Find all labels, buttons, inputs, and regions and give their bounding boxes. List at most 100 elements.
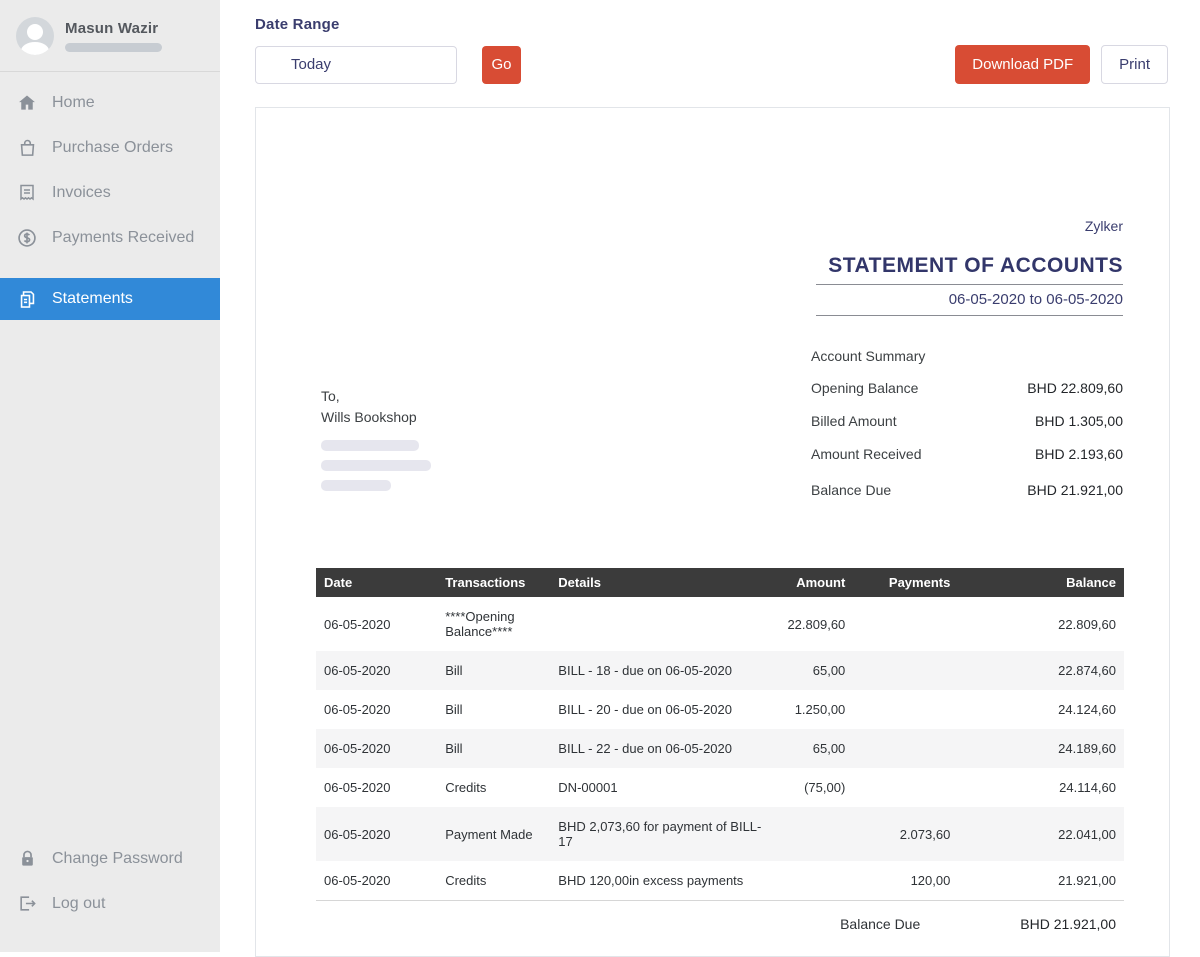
cell-payments bbox=[853, 690, 958, 729]
sidebar-item-home[interactable]: Home bbox=[0, 80, 220, 125]
avatar bbox=[16, 17, 54, 55]
table-row: 06-05-2020 ****Opening Balance**** 22.80… bbox=[316, 597, 1124, 651]
transactions-table: Date Transactions Details Amount Payment… bbox=[316, 568, 1124, 900]
table-row: 06-05-2020 Payment Made BHD 2,073,60 for… bbox=[316, 807, 1124, 861]
cell-balance: 22.874,60 bbox=[958, 651, 1124, 690]
sidebar-item-purchase-orders[interactable]: Purchase Orders bbox=[0, 125, 220, 170]
cell-balance: 24.114,60 bbox=[958, 768, 1124, 807]
balance-due-value: BHD 21.921,00 bbox=[1027, 482, 1123, 498]
cell-amount: (75,00) bbox=[777, 768, 854, 807]
amount-received-label: Amount Received bbox=[811, 446, 922, 462]
cell-details: BILL - 18 - due on 06-05-2020 bbox=[550, 651, 776, 690]
sidebar-item-label: Log out bbox=[52, 895, 105, 913]
cell-balance: 24.189,60 bbox=[958, 729, 1124, 768]
statement-title: STATEMENT OF ACCOUNTS bbox=[816, 254, 1123, 285]
sidebar-item-label: Home bbox=[52, 94, 95, 112]
user-panel: Masun Wazir bbox=[0, 0, 220, 72]
sidebar-item-change-password[interactable]: Change Password bbox=[0, 836, 220, 881]
cell-date: 06-05-2020 bbox=[316, 861, 437, 900]
sidebar-item-label: Statements bbox=[52, 290, 133, 308]
col-balance: Balance bbox=[958, 568, 1124, 597]
cell-transaction: Bill bbox=[437, 690, 550, 729]
cell-date: 06-05-2020 bbox=[316, 729, 437, 768]
col-date: Date bbox=[316, 568, 437, 597]
account-summary-heading: Account Summary bbox=[811, 348, 1123, 364]
recipient-name: Wills Bookshop bbox=[321, 407, 431, 428]
sidebar-item-statements[interactable]: Statements bbox=[0, 278, 220, 320]
dollar-circle-icon bbox=[16, 227, 38, 249]
sidebar-item-label: Payments Received bbox=[52, 229, 194, 247]
lock-icon bbox=[16, 848, 38, 870]
cell-date: 06-05-2020 bbox=[316, 768, 437, 807]
sidebar-item-label: Change Password bbox=[52, 850, 183, 868]
col-amount: Amount bbox=[777, 568, 854, 597]
table-row: 06-05-2020 Bill BILL - 20 - due on 06-05… bbox=[316, 690, 1124, 729]
table-row: 06-05-2020 Credits DN-00001 (75,00) 24.1… bbox=[316, 768, 1124, 807]
sidebar-item-logout[interactable]: Log out bbox=[0, 881, 220, 926]
cell-details bbox=[550, 597, 776, 651]
col-details: Details bbox=[550, 568, 776, 597]
cell-details: BILL - 22 - due on 06-05-2020 bbox=[550, 729, 776, 768]
cell-amount: 65,00 bbox=[777, 729, 854, 768]
footer-balance-due-value: BHD 21.921,00 bbox=[1020, 916, 1116, 932]
table-row: 06-05-2020 Bill BILL - 22 - due on 06-05… bbox=[316, 729, 1124, 768]
download-pdf-button[interactable]: Download PDF bbox=[955, 45, 1090, 84]
address-placeholder-bar bbox=[321, 460, 431, 471]
main-content: Date Range Today Go Download PDF Print Z… bbox=[220, 0, 1200, 952]
cell-payments bbox=[853, 597, 958, 651]
sidebar-item-invoices[interactable]: Invoices bbox=[0, 170, 220, 215]
table-header-row: Date Transactions Details Amount Payment… bbox=[316, 568, 1124, 597]
cell-details: DN-00001 bbox=[550, 768, 776, 807]
sidebar-item-label: Invoices bbox=[52, 184, 111, 202]
col-payments: Payments bbox=[853, 568, 958, 597]
user-name: Masun Wazir bbox=[65, 20, 162, 37]
cell-transaction: Bill bbox=[437, 729, 550, 768]
cell-payments bbox=[853, 651, 958, 690]
cell-amount bbox=[777, 807, 854, 861]
go-button[interactable]: Go bbox=[482, 46, 521, 84]
cell-payments bbox=[853, 768, 958, 807]
opening-balance-value: BHD 22.809,60 bbox=[1027, 380, 1123, 396]
billed-amount-label: Billed Amount bbox=[811, 413, 897, 429]
toolbar: Date Range Today Go Download PDF Print bbox=[220, 0, 1200, 84]
cell-amount: 22.809,60 bbox=[777, 597, 854, 651]
cell-balance: 21.921,00 bbox=[958, 861, 1124, 900]
date-range-value: Today bbox=[291, 56, 331, 73]
recipient-block: To, Wills Bookshop bbox=[321, 386, 431, 515]
cell-balance: 24.124,60 bbox=[958, 690, 1124, 729]
sidebar-item-payments-received[interactable]: Payments Received bbox=[0, 215, 220, 260]
cell-balance: 22.041,00 bbox=[958, 807, 1124, 861]
statement-title-block: STATEMENT OF ACCOUNTS 06-05-2020 to 06-0… bbox=[816, 254, 1123, 316]
sidebar-menu: Home Purchase Orders Invoices Payments R… bbox=[0, 72, 220, 320]
user-subtitle-placeholder bbox=[65, 43, 162, 52]
home-icon bbox=[16, 92, 38, 114]
address-placeholder-bar bbox=[321, 440, 419, 451]
cell-date: 06-05-2020 bbox=[316, 651, 437, 690]
date-range-select[interactable]: Today bbox=[255, 46, 457, 84]
receipt-icon bbox=[16, 182, 38, 204]
cell-transaction: Payment Made bbox=[437, 807, 550, 861]
balance-due-label: Balance Due bbox=[811, 482, 891, 498]
shopping-bag-icon bbox=[16, 137, 38, 159]
cell-date: 06-05-2020 bbox=[316, 597, 437, 651]
cell-payments bbox=[853, 729, 958, 768]
to-label: To, bbox=[321, 386, 431, 407]
cell-amount bbox=[777, 861, 854, 900]
print-button[interactable]: Print bbox=[1101, 45, 1168, 84]
cell-amount: 1.250,00 bbox=[777, 690, 854, 729]
cell-payments: 120,00 bbox=[853, 861, 958, 900]
sidebar-item-label: Purchase Orders bbox=[52, 139, 173, 157]
cell-details: BILL - 20 - due on 06-05-2020 bbox=[550, 690, 776, 729]
billed-amount-value: BHD 1.305,00 bbox=[1035, 413, 1123, 429]
logout-icon bbox=[16, 893, 38, 915]
cell-payments: 2.073,60 bbox=[853, 807, 958, 861]
cell-balance: 22.809,60 bbox=[958, 597, 1124, 651]
company-name: Zylker bbox=[256, 218, 1169, 234]
footer-balance-due-label: Balance Due bbox=[840, 916, 920, 932]
cell-date: 06-05-2020 bbox=[316, 807, 437, 861]
cell-date: 06-05-2020 bbox=[316, 690, 437, 729]
table-row: 06-05-2020 Credits BHD 120,00in excess p… bbox=[316, 861, 1124, 900]
cell-transaction: Credits bbox=[437, 861, 550, 900]
cell-transaction: Bill bbox=[437, 651, 550, 690]
cell-amount: 65,00 bbox=[777, 651, 854, 690]
